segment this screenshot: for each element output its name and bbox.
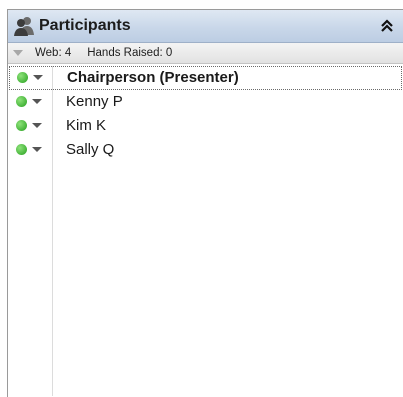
participant-row-kenny[interactable]: Kenny P [8, 90, 403, 114]
hands-raised-count: Hands Raised: 0 [87, 47, 173, 59]
panel-title: Participants [39, 17, 131, 34]
double-chevron-up-icon [381, 19, 393, 32]
dropdown-arrow-icon[interactable] [32, 123, 42, 128]
participant-row-kim[interactable]: Kim K [8, 114, 403, 138]
collapse-panel-button[interactable] [377, 16, 397, 36]
status-dot-icon [16, 120, 27, 131]
dropdown-arrow-icon[interactable] [32, 99, 42, 104]
status-dot-icon [16, 96, 27, 107]
panel-header: Participants [8, 10, 403, 43]
triangle-down-icon [13, 50, 23, 56]
participant-name: Sally Q [66, 141, 115, 158]
participants-panel: Participants Web: 4 Hands Raised: 0 Chai… [7, 9, 403, 397]
participants-icon [13, 15, 35, 37]
participant-name: Kim K [66, 117, 107, 134]
expand-summary-arrow[interactable] [13, 49, 29, 57]
status-dot-icon [16, 144, 27, 155]
participant-row-sally[interactable]: Sally Q [8, 138, 403, 162]
web-count: Web: 4 [35, 47, 72, 59]
participant-name: Kenny P [66, 93, 123, 110]
dropdown-arrow-icon[interactable] [33, 75, 43, 80]
participant-summary-bar: Web: 4 Hands Raised: 0 [8, 43, 403, 64]
participant-list: Chairperson (Presenter) Kenny P Kim K Sa… [8, 66, 403, 396]
status-dot-icon [17, 72, 28, 83]
dropdown-arrow-icon[interactable] [32, 147, 42, 152]
participant-name: Chairperson (Presenter) [67, 69, 239, 86]
participant-row-chairperson[interactable]: Chairperson (Presenter) [9, 66, 402, 90]
